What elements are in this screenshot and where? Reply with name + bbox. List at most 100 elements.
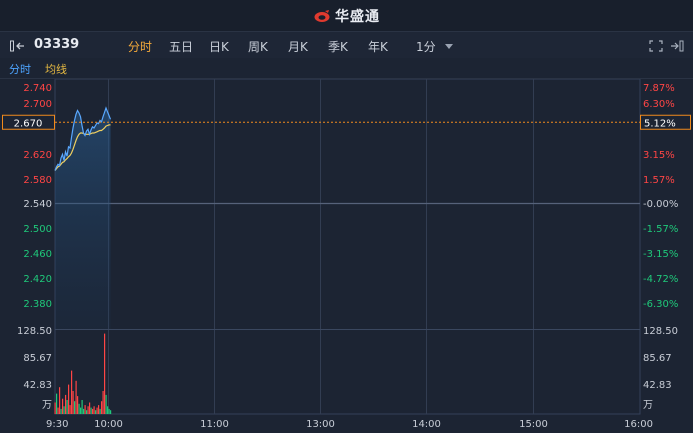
- volume-bar: [92, 408, 94, 414]
- volume-bar: [95, 410, 97, 414]
- tab-month-k[interactable]: 月K: [288, 38, 308, 55]
- percent-axis-label: 3.15%: [643, 150, 675, 161]
- volume-unit-label-right: 万: [643, 400, 653, 411]
- price-axis-label: 2.700: [23, 99, 52, 110]
- volume-bar: [86, 410, 88, 414]
- chevron-down-icon: [444, 44, 453, 49]
- price-axis-label: 2.540: [23, 199, 52, 210]
- price-axis-label: 2.620: [23, 150, 52, 161]
- volume-bar: [60, 408, 62, 414]
- fullscreen-icon[interactable]: [649, 40, 663, 52]
- volume-bar: [108, 408, 110, 414]
- volume-bar: [98, 405, 100, 414]
- volume-axis-label-right: 85.67: [643, 353, 672, 364]
- volume-bar: [110, 410, 112, 414]
- volume-axis-label: 85.67: [23, 353, 52, 364]
- time-axis-label: 9:30: [46, 419, 68, 430]
- volume-bar: [68, 384, 70, 414]
- time-axis-label: 15:00: [519, 419, 548, 430]
- collapse-left-icon[interactable]: [10, 40, 26, 52]
- percent-axis-label: 7.87%: [643, 83, 675, 94]
- volume-bar: [90, 407, 92, 414]
- minute-select[interactable]: 1分: [416, 38, 453, 55]
- subtab-fenshi[interactable]: 分时: [9, 61, 31, 77]
- price-axis-label: 2.460: [23, 249, 52, 260]
- tab-five-day[interactable]: 五日: [169, 38, 193, 55]
- volume-bar: [78, 403, 80, 414]
- brand-name: 华盛通: [335, 9, 380, 25]
- volume-bar: [72, 391, 74, 414]
- volume-bar: [56, 393, 58, 414]
- volume-bar: [71, 370, 73, 414]
- plot-border: [54, 79, 641, 415]
- indicator-tabs: 分时 均线: [0, 58, 693, 79]
- crosshair-pct-label: 5.12%: [644, 118, 676, 129]
- time-axis-label: 14:00: [412, 419, 441, 430]
- collapse-right-icon[interactable]: [670, 40, 684, 52]
- axis-labels: 2.740 2.700 2.620 2.580 2.540 2.500 2.460 2.420…: [17, 83, 678, 430]
- volume-bar: [96, 407, 98, 414]
- brand-logo: 华盛通: [0, 6, 693, 26]
- percent-axis-label: -4.72%: [643, 274, 678, 285]
- time-axis-label: 16:00: [624, 419, 653, 430]
- price-area-fill: [55, 108, 111, 329]
- brand-icon: [314, 10, 330, 22]
- volume-bar: [65, 394, 67, 414]
- title-bar: 华盛通: [0, 0, 693, 32]
- volume-axis-label: 128.50: [17, 326, 52, 337]
- subtab-average-line[interactable]: 均线: [45, 61, 67, 77]
- volume-bar: [77, 396, 79, 414]
- volume-unit-label: 万: [42, 400, 52, 411]
- volume-bar: [99, 408, 101, 414]
- stock-code: 03339: [34, 37, 80, 52]
- time-axis-label: 10:00: [94, 419, 123, 430]
- price-axis-label: 2.420: [23, 274, 52, 285]
- volume-bar: [104, 333, 106, 414]
- volume-axis-label-right: 128.50: [643, 326, 678, 337]
- volume-axis-label-right: 42.83: [643, 380, 672, 391]
- chart-toolbar: 03339 分时 五日 日K 周K 月K 季K 年K 1分: [0, 32, 693, 58]
- volume-bar: [84, 405, 86, 414]
- tab-fenshi[interactable]: 分时: [128, 38, 152, 55]
- volume-bar: [87, 406, 89, 414]
- percent-axis-label: -3.15%: [643, 249, 678, 260]
- tab-week-k[interactable]: 周K: [248, 38, 268, 55]
- volume-bar: [80, 407, 82, 414]
- price-axis-label: 2.500: [23, 224, 52, 235]
- tab-day-k[interactable]: 日K: [209, 38, 229, 55]
- minute-select-value: 1分: [416, 40, 436, 54]
- intraday-chart: 2.740 2.700 2.620 2.580 2.540 2.500 2.460 2.420…: [2, 79, 691, 430]
- time-axis-label: 11:00: [200, 419, 229, 430]
- volume-bar: [105, 394, 107, 414]
- volume-bar: [101, 401, 103, 414]
- volume-bar: [89, 402, 91, 414]
- volume-bar: [57, 407, 59, 414]
- volume-bar: [107, 406, 109, 414]
- volume-bar: [62, 398, 64, 414]
- volume-axis-label: 42.83: [23, 380, 52, 391]
- volume-bar: [83, 408, 85, 414]
- volume-bar: [69, 405, 71, 414]
- volume-bar: [74, 401, 76, 414]
- volume-bar: [63, 406, 65, 414]
- volume-bar: [102, 391, 104, 414]
- volume-bar: [93, 406, 95, 414]
- percent-axis-label: -1.57%: [643, 224, 678, 235]
- volume-bar: [54, 402, 56, 414]
- crosshair-price-label: 2.670: [14, 118, 43, 129]
- percent-axis-label: 1.57%: [643, 175, 675, 186]
- price-axis-label: 2.740: [23, 83, 52, 94]
- percent-axis-label: 6.30%: [643, 99, 675, 110]
- volume-bar: [81, 400, 83, 414]
- volume-bars: [54, 333, 112, 414]
- percent-axis-label: -0.00%: [643, 199, 678, 210]
- app-window: 华盛通 03339 分时 五日 日K 周K 月K 季K 年K 1分 分时 均线: [0, 0, 693, 433]
- time-axis-label: 13:00: [306, 419, 335, 430]
- price-axis-label: 2.380: [23, 299, 52, 310]
- volume-bar: [59, 387, 61, 414]
- chart-grid: [54, 79, 641, 415]
- price-axis-label: 2.580: [23, 175, 52, 186]
- tab-year-k[interactable]: 年K: [368, 38, 388, 55]
- volume-bar: [75, 380, 77, 414]
- tab-quarter-k[interactable]: 季K: [328, 38, 348, 55]
